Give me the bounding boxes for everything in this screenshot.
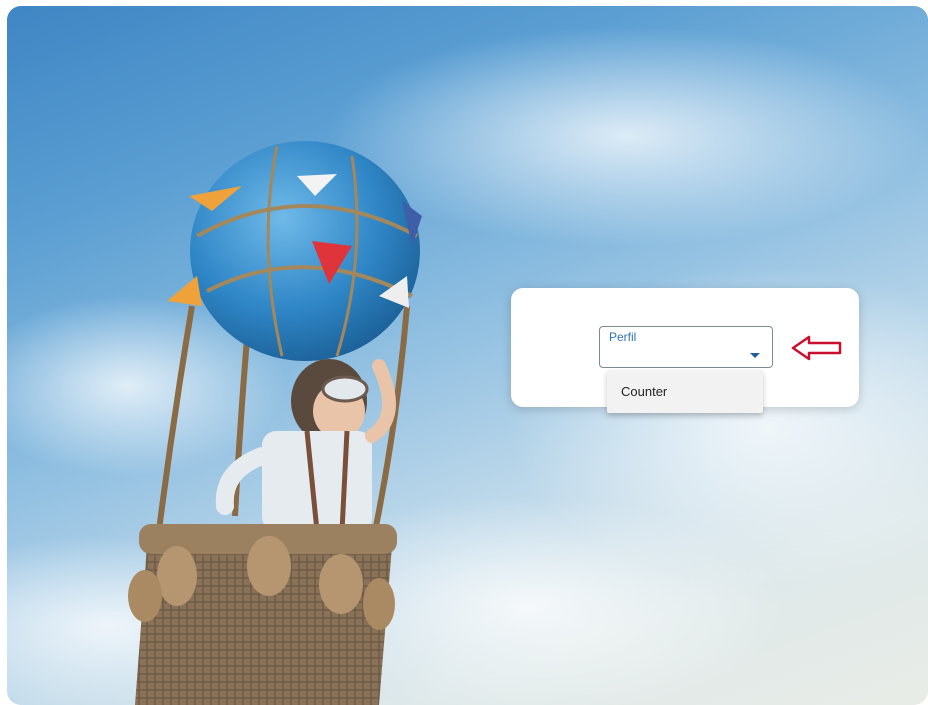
profile-dropdown-menu: Counter bbox=[607, 370, 763, 413]
arrow-left-icon bbox=[791, 335, 842, 361]
profile-option-counter[interactable]: Counter bbox=[607, 370, 763, 413]
profile-select-label: Perfil bbox=[609, 330, 637, 344]
chevron-down-icon[interactable] bbox=[750, 353, 760, 358]
profile-select[interactable]: Perfil bbox=[599, 326, 773, 368]
